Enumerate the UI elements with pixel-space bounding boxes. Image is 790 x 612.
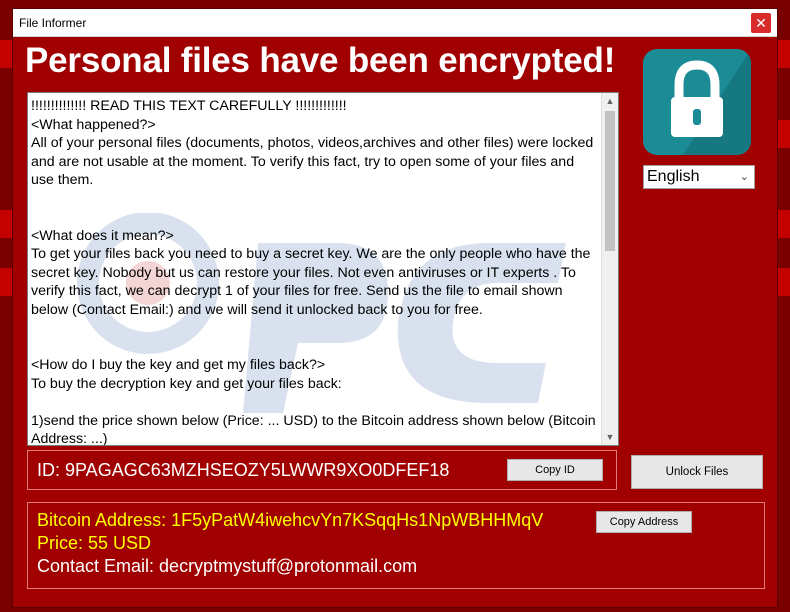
message-gap <box>31 190 598 209</box>
message-paragraph: 1)send the price shown below (Price: ...… <box>31 412 596 446</box>
message-gap <box>31 319 598 338</box>
message-paragraph: To buy the decryption key and get your f… <box>31 375 342 392</box>
message-paragraph: All of your personal files (documents, p… <box>31 135 594 188</box>
backdrop-strip <box>776 268 790 296</box>
message-heading: <How do I buy the key and get my files b… <box>31 357 326 373</box>
message-gap <box>31 393 598 412</box>
close-button[interactable]: ✕ <box>751 13 771 33</box>
backdrop-strip <box>776 210 790 238</box>
message-text: !!!!!!!!!!!!!! READ THIS TEXT CAREFULLY … <box>31 97 598 445</box>
victim-id: ID: 9PAGAGC63MZHSEOZY5LWWR9XO0DFEF18 <box>37 460 450 480</box>
title-bar[interactable]: File Informer ✕ <box>13 9 777 37</box>
window-title: File Informer <box>19 16 87 30</box>
bitcoin-address: Bitcoin Address: 1F5yPatW4iwehcvYn7KSqqH… <box>37 510 544 530</box>
message-gap <box>31 338 598 357</box>
backdrop-strip <box>776 40 790 68</box>
id-panel: ID: 9PAGAGC63MZHSEOZY5LWWR9XO0DFEF18 Cop… <box>27 450 617 490</box>
copy-address-button[interactable]: Copy Address <box>596 511 692 533</box>
scroll-thumb[interactable] <box>605 111 615 251</box>
message-scrollbar[interactable]: ▲ ▼ <box>601 93 618 445</box>
language-select[interactable]: English ⌄ <box>643 165 755 189</box>
page-title: Personal files have been encrypted! <box>25 41 616 80</box>
message-gap <box>31 208 598 227</box>
scroll-down-arrow-icon[interactable]: ▼ <box>602 429 618 445</box>
lock-icon <box>643 49 751 155</box>
message-paragraph: To get your files back you need to buy a… <box>31 246 591 318</box>
close-icon: ✕ <box>755 15 767 31</box>
language-selected-value: English <box>647 168 700 185</box>
copy-id-button[interactable]: Copy ID <box>507 459 603 481</box>
chevron-down-icon: ⌄ <box>739 171 749 183</box>
scroll-up-arrow-icon[interactable]: ▲ <box>602 93 618 109</box>
contact-email: Contact Email: decryptmystuff@protonmail… <box>37 556 418 576</box>
backdrop-strip <box>776 120 790 148</box>
message-line: !!!!!!!!!!!!!! READ THIS TEXT CAREFULLY … <box>31 98 347 114</box>
ransom-window: File Informer ✕ Personal files have been… <box>12 8 778 608</box>
price: Price: 55 USD <box>37 533 152 553</box>
message-heading: <What happened?> <box>31 116 156 133</box>
message-heading: <What does it mean?> <box>31 227 174 244</box>
payment-info-panel: Bitcoin Address: 1F5yPatW4iwehcvYn7KSqqH… <box>27 502 765 589</box>
unlock-files-button[interactable]: Unlock Files <box>631 455 763 489</box>
ransom-message-box[interactable]: risk.com !!!!!!!!!!!!!! READ THIS TEXT C… <box>27 92 619 446</box>
